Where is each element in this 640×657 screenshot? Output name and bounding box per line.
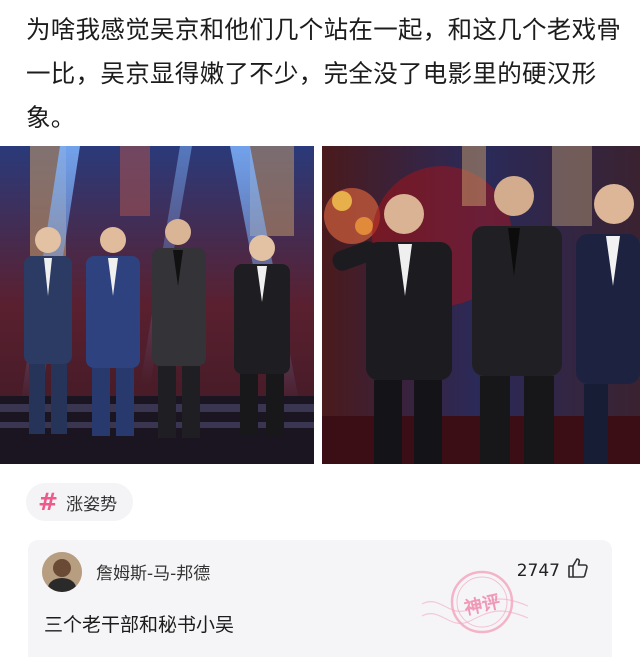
photo-gallery xyxy=(0,146,640,464)
stage-photo-left[interactable] xyxy=(0,146,314,464)
avatar[interactable] xyxy=(42,552,82,592)
post-text: 为啥我感觉吴京和他们几个站在一起，和这几个老戏骨一比，吴京显得嫩了不少，完全没了… xyxy=(26,15,622,132)
stage-photo-right[interactable] xyxy=(322,146,640,464)
hash-icon: # xyxy=(38,488,59,516)
topic-tag[interactable]: # 涨姿势 xyxy=(26,483,134,521)
comment-username[interactable]: 詹姆斯-马-邦德 xyxy=(96,559,210,584)
hot-comment: 詹姆斯-马-邦德 2747 神评 三个老干部和秘书小吴 xyxy=(28,540,612,657)
thumbs-up-icon[interactable] xyxy=(566,556,590,580)
comment-text: 三个老干部和秘书小吴 xyxy=(44,614,235,636)
topic-tag-label: 涨姿势 xyxy=(66,494,118,515)
